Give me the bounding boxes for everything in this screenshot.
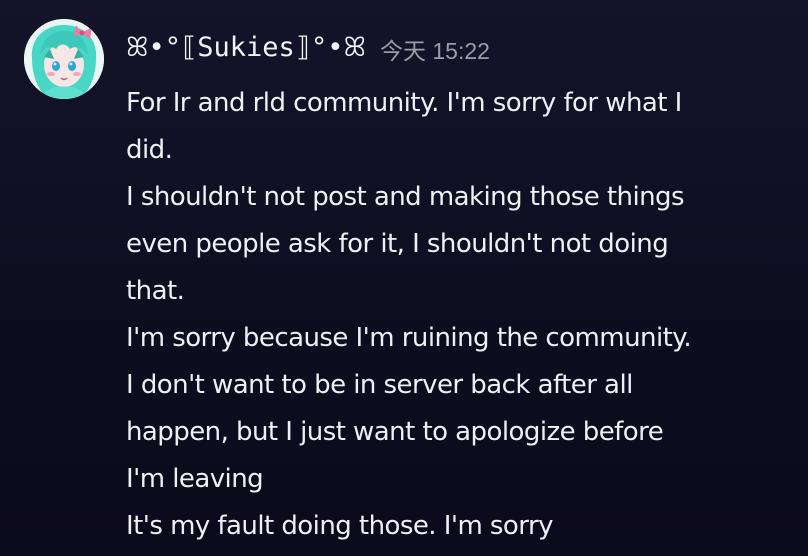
anime-avatar-icon (24, 19, 104, 99)
message-line: It's my fault doing those. I'm sorry (126, 511, 554, 541)
chat-message: ꕤ•°⟦Sukies⟧°•ꕤ 今天 15:22 For Ir and rld c… (0, 0, 808, 556)
message-line: happen, but I just want to apologize bef… (126, 417, 664, 447)
message-line: I don't want to be in server back after … (126, 370, 633, 400)
message-line: I'm sorry because I'm ruining the commun… (126, 323, 692, 353)
message-content: For Ir and rld community. I'm sorry for … (126, 80, 796, 550)
username[interactable]: ꕤ•°⟦Sukies⟧°•ꕤ (126, 32, 366, 64)
message-line: For Ir and rld community. I'm sorry for … (126, 88, 682, 118)
timestamp: 今天 15:22 (380, 38, 490, 64)
message-line: I shouldn't not post and making those th… (126, 182, 685, 212)
avatar[interactable] (24, 19, 104, 99)
message-header: ꕤ•°⟦Sukies⟧°•ꕤ 今天 15:22 (126, 28, 490, 68)
message-line: did. (126, 135, 173, 165)
message-line: even people ask for it, I shouldn't not … (126, 229, 669, 259)
message-line: I'm leaving (126, 464, 264, 494)
message-line: that. (126, 276, 185, 306)
